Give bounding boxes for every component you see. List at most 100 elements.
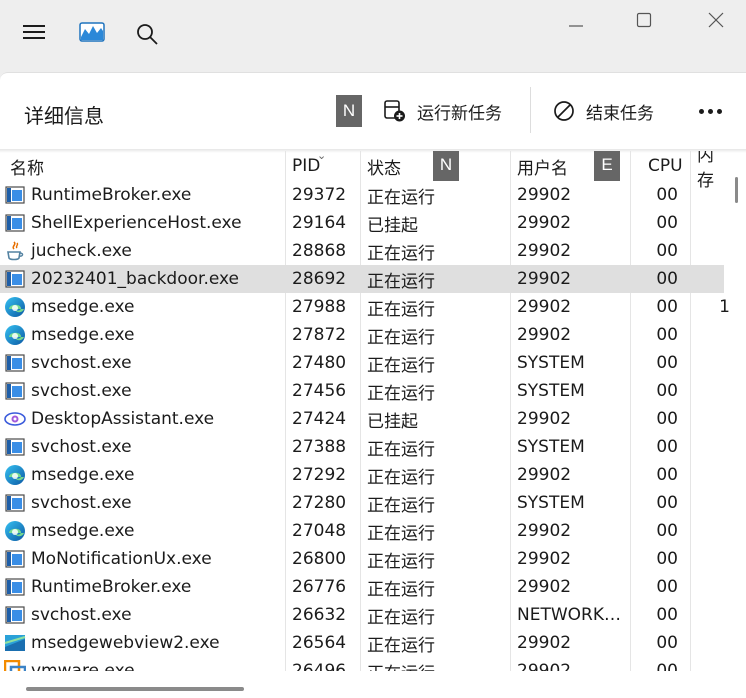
run-new-task-icon bbox=[383, 99, 407, 123]
process-user: 29902 bbox=[517, 213, 572, 233]
process-pid: 26800 bbox=[292, 549, 347, 569]
process-user: SYSTEM bbox=[517, 381, 585, 401]
scroll-track bbox=[0, 671, 746, 698]
process-name-cell: msedge.exe bbox=[4, 461, 286, 489]
process-status: 正在运行 bbox=[367, 271, 435, 292]
process-name-cell: 20232401_backdoor.exe bbox=[4, 265, 286, 293]
column-header-memory[interactable]: 内存 bbox=[697, 151, 730, 191]
process-memory bbox=[700, 489, 730, 517]
process-status: 正在运行 bbox=[367, 299, 435, 320]
window-app-icon bbox=[4, 576, 26, 598]
process-status: 正在运行 bbox=[367, 523, 435, 544]
search-icon[interactable] bbox=[127, 14, 167, 54]
hamburger-icon[interactable] bbox=[14, 12, 54, 52]
process-pid: 27480 bbox=[292, 353, 347, 373]
process-cpu: 00 bbox=[656, 661, 678, 671]
process-status: 正在运行 bbox=[367, 495, 435, 516]
table-row[interactable]: svchost.exe 27280 正在运行 SYSTEM 00 bbox=[0, 489, 724, 517]
process-status: 正在运行 bbox=[367, 635, 435, 656]
edge-icon bbox=[4, 296, 26, 318]
process-cpu: 00 bbox=[656, 241, 678, 261]
process-memory bbox=[700, 405, 730, 433]
process-cpu: 00 bbox=[656, 633, 678, 653]
process-memory bbox=[700, 377, 730, 405]
process-user: 29902 bbox=[517, 465, 572, 485]
table-row[interactable]: ShellExperienceHost.exe 29164 已挂起 29902 00 bbox=[0, 209, 724, 237]
end-task-button[interactable]: 结束任务 bbox=[552, 93, 654, 129]
minimize-icon[interactable] bbox=[556, 0, 596, 40]
process-name-cell: svchost.exe bbox=[4, 433, 286, 461]
process-cpu: 00 bbox=[656, 437, 678, 457]
process-cpu: 00 bbox=[656, 409, 678, 429]
process-pid: 29164 bbox=[292, 213, 347, 233]
table-row[interactable]: msedgewebview2.exe 26564 正在运行 29902 00 bbox=[0, 629, 724, 657]
table-row[interactable]: svchost.exe 27388 正在运行 SYSTEM 00 bbox=[0, 433, 724, 461]
process-name: msedgewebview2.exe bbox=[31, 633, 220, 653]
table-row[interactable]: RuntimeBroker.exe 29372 正在运行 29902 00 bbox=[0, 181, 724, 209]
process-name-cell: jucheck.exe bbox=[4, 237, 286, 265]
process-name: vmware.exe bbox=[31, 661, 135, 671]
process-name-cell: msedge.exe bbox=[4, 293, 286, 321]
window-app-icon bbox=[4, 604, 26, 626]
process-name: svchost.exe bbox=[31, 353, 132, 373]
end-task-label: 结束任务 bbox=[586, 103, 654, 124]
table-row[interactable]: msedge.exe 27048 正在运行 29902 00 bbox=[0, 517, 724, 545]
process-user: SYSTEM bbox=[517, 353, 585, 373]
table-row[interactable]: 20232401_backdoor.exe 28692 正在运行 29902 00 bbox=[0, 265, 724, 293]
table-row[interactable]: svchost.exe 27480 正在运行 SYSTEM 00 bbox=[0, 349, 724, 377]
close-icon[interactable] bbox=[696, 0, 736, 40]
column-header-status[interactable]: 状态 bbox=[367, 151, 401, 181]
details-panel: 详细信息 N 运行新任务 结束任务 名称 PID ⌄ 状态 N 用户名 E CP… bbox=[0, 72, 746, 698]
table-row[interactable]: RuntimeBroker.exe 26776 正在运行 29902 00 bbox=[0, 573, 724, 601]
process-memory bbox=[700, 181, 730, 209]
table-row[interactable]: DesktopAssistant.exe 27424 已挂起 29902 00 bbox=[0, 405, 724, 433]
process-name-cell: svchost.exe bbox=[4, 601, 286, 629]
window-app-icon bbox=[4, 548, 26, 570]
process-pid: 28692 bbox=[292, 269, 347, 289]
table-row[interactable]: vmware.exe 26496 正在运行 29902 00 bbox=[0, 657, 724, 671]
table-row[interactable]: svchost.exe 26632 正在运行 NETWORK… 00 bbox=[0, 601, 724, 629]
horizontal-scrollbar[interactable] bbox=[26, 687, 244, 691]
process-user: 29902 bbox=[517, 661, 572, 671]
process-status: 已挂起 bbox=[367, 411, 418, 432]
table-row[interactable]: msedge.exe 27988 正在运行 29902 00 1 bbox=[0, 293, 730, 321]
run-new-task-button[interactable]: 运行新任务 bbox=[383, 93, 502, 129]
process-name: MoNotificationUx.exe bbox=[31, 549, 212, 569]
process-name-cell: RuntimeBroker.exe bbox=[4, 573, 286, 601]
process-pid: 27424 bbox=[292, 409, 347, 429]
process-name-cell: svchost.exe bbox=[4, 349, 286, 377]
more-icon[interactable] bbox=[690, 95, 730, 127]
table-row[interactable]: jucheck.exe 28868 正在运行 29902 00 bbox=[0, 237, 724, 265]
process-status: 正在运行 bbox=[367, 657, 507, 672]
column-header-user[interactable]: 用户名 bbox=[517, 151, 568, 181]
edge-icon bbox=[4, 324, 26, 346]
process-status: 正在运行 bbox=[367, 383, 435, 404]
table-row[interactable]: msedge.exe 27872 正在运行 29902 00 bbox=[0, 321, 724, 349]
column-header-name[interactable]: 名称 bbox=[10, 151, 44, 181]
process-table: 名称 PID ⌄ 状态 N 用户名 E CPU 内存 RuntimeBroker… bbox=[0, 151, 730, 671]
task-manager-logo-icon bbox=[72, 12, 112, 52]
window-app-icon bbox=[4, 436, 26, 458]
process-pid: 26564 bbox=[292, 633, 347, 653]
process-pid: 26496 bbox=[292, 661, 347, 671]
java-icon bbox=[4, 240, 26, 262]
process-memory: 1 bbox=[719, 297, 730, 317]
table-row[interactable]: svchost.exe 27456 正在运行 SYSTEM 00 bbox=[0, 377, 724, 405]
process-memory bbox=[700, 237, 730, 265]
vertical-scrollbar[interactable] bbox=[735, 177, 738, 203]
process-user: 29902 bbox=[517, 577, 572, 597]
table-row[interactable]: MoNotificationUx.exe 26800 正在运行 29902 00 bbox=[0, 545, 724, 573]
process-user: 29902 bbox=[517, 325, 572, 345]
process-name-cell: ShellExperienceHost.exe bbox=[4, 209, 286, 237]
process-name: svchost.exe bbox=[31, 605, 132, 625]
column-header-cpu[interactable]: CPU bbox=[648, 151, 683, 181]
process-memory bbox=[700, 517, 730, 545]
process-status: 正在运行 bbox=[367, 551, 435, 572]
vmware-icon bbox=[4, 660, 26, 671]
title-bar bbox=[0, 0, 746, 72]
process-user: NETWORK… bbox=[517, 605, 621, 625]
table-row[interactable]: msedge.exe 27292 正在运行 29902 00 bbox=[0, 461, 724, 489]
process-cpu: 00 bbox=[656, 549, 678, 569]
keyboard-hint-badge: N bbox=[336, 95, 362, 127]
maximize-icon[interactable] bbox=[624, 0, 664, 40]
